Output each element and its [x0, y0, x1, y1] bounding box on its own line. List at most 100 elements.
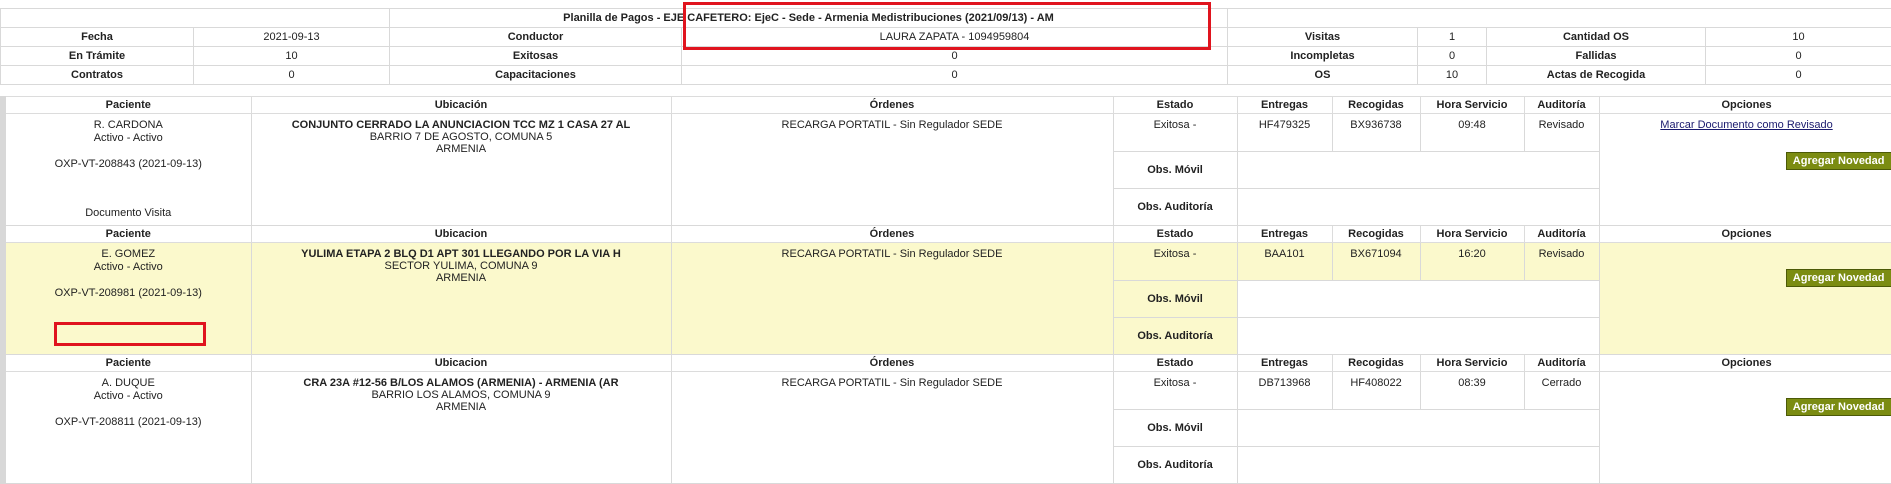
summary-value: 0: [682, 66, 1228, 85]
order-code: OXP-VT-208843 (2021-09-13): [8, 158, 249, 171]
highlight-box-redaction: [54, 322, 206, 346]
address-neighborhood: SECTOR YULIMA, COMUNA 9: [254, 260, 669, 272]
col-header: Opciones: [1599, 97, 1891, 114]
order-cell: RECARGA PORTATIL - Sin Regulador SEDE: [671, 372, 1113, 484]
col-header: Paciente: [3, 226, 251, 243]
obs-auditoria-label: Obs. Auditoría: [1113, 189, 1237, 226]
col-header: Órdenes: [671, 97, 1113, 114]
table-row-highlighted: E. GOMEZ Activo - Activo OXP-VT-208981 (…: [3, 243, 1891, 281]
obs-movil-value: [1237, 410, 1599, 447]
auditoria-cell: Cerrado: [1524, 372, 1599, 410]
agregar-novedad-button[interactable]: Agregar Novedad: [1786, 152, 1891, 170]
col-header: Hora Servicio: [1420, 355, 1524, 372]
col-header: Ubicación: [251, 97, 671, 114]
col-header: Recogidas: [1332, 97, 1420, 114]
col-header: Paciente: [3, 355, 251, 372]
col-header: Estado: [1113, 226, 1237, 243]
obs-movil-value: [1237, 152, 1599, 189]
column-header-row: Paciente Ubicacion Órdenes Estado Entreg…: [3, 226, 1891, 243]
summary-blank-right: [1228, 9, 1891, 28]
patient-cell: A. DUQUE Activo - Activo OXP-VT-208811 (…: [3, 372, 251, 484]
summary-label: Exitosas: [390, 47, 682, 66]
mark-reviewed-link[interactable]: Marcar Documento como Revisado: [1660, 119, 1832, 131]
summary-value: 2021-09-13: [194, 28, 390, 47]
address-line: YULIMA ETAPA 2 BLQ D1 APT 301 LLEGANDO P…: [254, 248, 669, 260]
hora-cell: 08:39: [1420, 372, 1524, 410]
options-cell: Agregar Novedad: [1599, 243, 1891, 355]
options-cell: Marcar Documento como Revisado Agregar N…: [1599, 114, 1891, 226]
patient-name: A. DUQUE: [8, 377, 249, 390]
order-code: OXP-VT-208811 (2021-09-13): [8, 416, 249, 429]
entregas-cell: HF479325: [1237, 114, 1332, 152]
col-header: Órdenes: [671, 226, 1113, 243]
summary-blank-left: [1, 9, 390, 28]
col-header: Entregas: [1237, 226, 1332, 243]
agregar-novedad-button[interactable]: Agregar Novedad: [1786, 398, 1891, 416]
hora-cell: 16:20: [1420, 243, 1524, 281]
summary-label: En Trámite: [1, 47, 194, 66]
col-header: Entregas: [1237, 355, 1332, 372]
table-row: R. CARDONA Activo - Activo OXP-VT-208843…: [3, 114, 1891, 152]
agregar-novedad-button[interactable]: Agregar Novedad: [1786, 269, 1891, 287]
patient-cell: R. CARDONA Activo - Activo OXP-VT-208843…: [3, 114, 251, 226]
obs-auditoria-label: Obs. Auditoría: [1113, 447, 1237, 484]
summary-label: Visitas: [1228, 28, 1418, 47]
summary-label: Actas de Recogida: [1487, 66, 1706, 85]
patient-status: Activo - Activo: [8, 261, 249, 274]
patient-status: Activo - Activo: [8, 132, 249, 145]
obs-auditoria-value: [1237, 318, 1599, 355]
summary-value: 0: [1418, 47, 1487, 66]
address-line: CONJUNTO CERRADO LA ANUNCIACION TCC MZ 1…: [254, 119, 669, 131]
col-header: Auditoría: [1524, 226, 1599, 243]
address-city: ARMENIA: [254, 272, 669, 284]
estado-cell: Exitosa -: [1113, 372, 1237, 410]
summary-label: Fallidas: [1487, 47, 1706, 66]
entregas-cell: DB713968: [1237, 372, 1332, 410]
summary-value: 0: [1706, 66, 1891, 85]
summary-value: 0: [1706, 47, 1891, 66]
auditoria-cell: Revisado: [1524, 243, 1599, 281]
hora-cell: 09:48: [1420, 114, 1524, 152]
order-code: OXP-VT-208981 (2021-09-13): [8, 287, 249, 300]
summary-label: Fecha: [1, 28, 194, 47]
address-cell: CONJUNTO CERRADO LA ANUNCIACION TCC MZ 1…: [251, 114, 671, 226]
col-header: Estado: [1113, 97, 1237, 114]
col-header: Entregas: [1237, 97, 1332, 114]
col-header: Opciones: [1599, 226, 1891, 243]
obs-movil-label: Obs. Móvil: [1113, 281, 1237, 318]
address-city: ARMENIA: [254, 143, 669, 155]
col-header: Ubicacion: [251, 355, 671, 372]
col-header: Ubicacion: [251, 226, 671, 243]
summary-value: 1: [1418, 28, 1487, 47]
order-cell: RECARGA PORTATIL - Sin Regulador SEDE: [671, 243, 1113, 355]
address-neighborhood: BARRIO LOS ALAMOS, COMUNA 9: [254, 389, 669, 401]
patient-name: E. GOMEZ: [8, 248, 249, 261]
summary-label: Incompletas: [1228, 47, 1418, 66]
documento-visita-link[interactable]: Documento Visita: [8, 207, 249, 220]
estado-cell: Exitosa -: [1113, 243, 1237, 281]
recogidas-cell: HF408022: [1332, 372, 1420, 410]
options-cell: Agregar Novedad: [1599, 372, 1891, 484]
col-header: Auditoría: [1524, 355, 1599, 372]
col-header: Opciones: [1599, 355, 1891, 372]
address-neighborhood: BARRIO 7 DE AGOSTO, COMUNA 5: [254, 131, 669, 143]
obs-auditoria-value: [1237, 447, 1599, 484]
col-header: Recogidas: [1332, 226, 1420, 243]
obs-movil-label: Obs. Móvil: [1113, 152, 1237, 189]
column-header-row: Paciente Ubicación Órdenes Estado Entreg…: [3, 97, 1891, 114]
address-cell: YULIMA ETAPA 2 BLQ D1 APT 301 LLEGANDO P…: [251, 243, 671, 355]
summary-label: Cantidad OS: [1487, 28, 1706, 47]
col-header: Recogidas: [1332, 355, 1420, 372]
summary-label: Conductor: [390, 28, 682, 47]
recogidas-cell: BX671094: [1332, 243, 1420, 281]
summary-value: 0: [194, 66, 390, 85]
obs-movil-label: Obs. Móvil: [1113, 410, 1237, 447]
recogidas-cell: BX936738: [1332, 114, 1420, 152]
summary-label: Capacitaciones: [390, 66, 682, 85]
highlight-box-title: [683, 2, 1211, 50]
col-header: Paciente: [3, 97, 251, 114]
obs-auditoria-label: Obs. Auditoría: [1113, 318, 1237, 355]
col-header: Hora Servicio: [1420, 97, 1524, 114]
column-header-row: Paciente Ubicacion Órdenes Estado Entreg…: [3, 355, 1891, 372]
col-header: Estado: [1113, 355, 1237, 372]
